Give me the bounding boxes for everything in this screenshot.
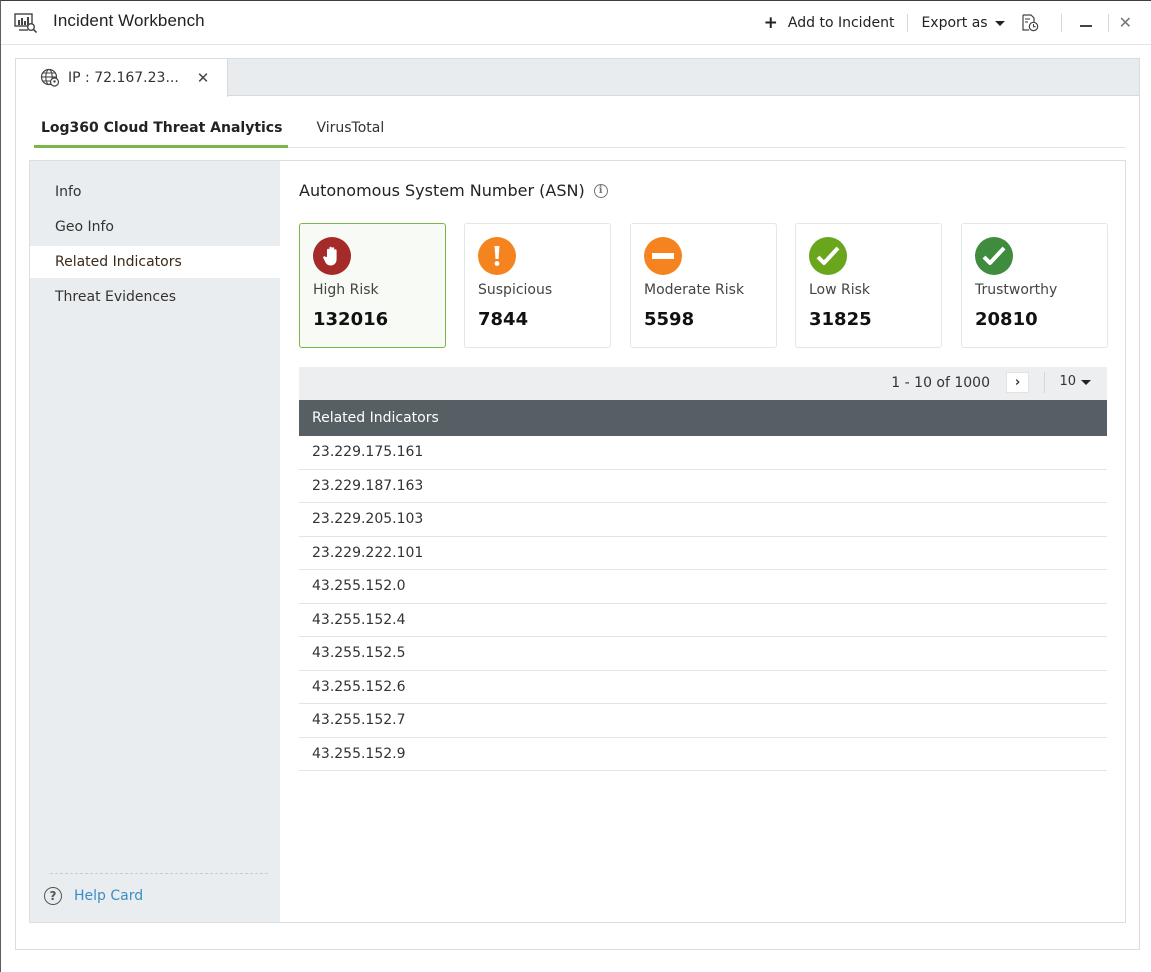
title-bar: Incident Workbench + Add to Incident Exp… [1,1,1151,45]
sidebar-item-info[interactable]: Info [30,176,280,208]
table-header: Related Indicators [299,400,1107,436]
close-tab-icon[interactable]: ✕ [197,69,210,87]
plus-icon: + [763,12,778,33]
table-row[interactable]: 43.255.152.5 [299,637,1107,671]
content-panel: Info Geo Info Related Indicators Threat … [29,160,1126,923]
help-card-link[interactable]: ? Help Card [44,887,143,905]
pagination-bar: 1 - 10 of 1000 › 10 [299,367,1107,400]
tab-virustotal[interactable]: VirusTotal [308,117,392,148]
asn-title: Autonomous System Number (ASN) [299,181,585,200]
card-label: High Risk [313,282,379,298]
card-value: 31825 [809,309,872,330]
risk-card-trustworthy[interactable]: Trustworthy 20810 [961,223,1108,348]
schedule-report-icon[interactable] [1021,14,1039,32]
divider [1107,14,1109,32]
window-title: Incident Workbench [53,11,205,30]
info-icon[interactable]: i [593,183,608,198]
check-icon [809,237,847,275]
sidebar: Info Geo Info Related Indicators Threat … [30,161,280,922]
section-title: Autonomous System Number (ASN) i [299,181,608,200]
sidebar-item-geo-info[interactable]: Geo Info [30,211,280,243]
workbench-frame: IP : 72.167.23... ✕ Log360 Cloud Threat … [15,58,1140,950]
add-to-incident-button[interactable]: + Add to Incident [763,12,895,33]
main-area: Autonomous System Number (ASN) i High Ri… [280,161,1125,922]
card-value: 20810 [975,309,1038,330]
sidebar-item-threat-evidences[interactable]: Threat Evidences [30,281,280,313]
table-row[interactable]: 23.229.175.161 [299,436,1107,470]
risk-card-suspicious[interactable]: Suspicious 7844 [464,223,611,348]
table-row[interactable]: 23.229.222.101 [299,537,1107,570]
close-window-button[interactable]: ✕ [1119,15,1132,31]
risk-card-low-risk[interactable]: Low Risk 31825 [795,223,942,348]
incident-workbench-window: Incident Workbench + Add to Incident Exp… [0,0,1151,972]
table-row[interactable]: 43.255.152.4 [299,604,1107,637]
export-as-label: Export as [921,15,988,31]
table-body: 23.229.175.161 23.229.187.163 23.229.205.1… [299,436,1107,771]
card-value: 7844 [478,309,529,330]
related-indicators-table: Related Indicators 23.229.175.161 23.229.… [299,400,1107,771]
table-row[interactable]: 43.255.152.9 [299,738,1107,771]
minus-icon [644,237,682,275]
ip-document-tab[interactable]: IP : 72.167.23... ✕ [16,59,228,97]
stop-hand-icon [313,237,351,275]
minimize-icon [1079,25,1092,27]
check-icon [975,237,1013,275]
source-tabs: Log360 Cloud Threat Analytics VirusTotal [34,117,1126,148]
workbench-monitor-icon [14,13,38,33]
exclamation-icon [478,237,516,275]
card-value: 5598 [644,309,695,330]
help-card-label: Help Card [74,888,144,904]
risk-card-high-risk[interactable]: High Risk 132016 [299,223,446,348]
title-actions: + Add to Incident Export as ✕ [764,1,1151,45]
card-label: Low Risk [809,282,871,298]
divider [1044,372,1045,393]
table-row[interactable]: 43.255.152.7 [299,704,1107,738]
globe-location-icon [40,68,60,87]
sidebar-item-related-indicators[interactable]: Related Indicators [30,246,280,278]
table-row[interactable]: 23.229.205.103 [299,503,1107,537]
card-label: Suspicious [478,282,553,298]
help-question-icon: ? [44,887,62,905]
table-row[interactable]: 23.229.187.163 [299,470,1107,503]
pagination-range: 1 - 10 of 1000 [891,375,990,391]
next-page-button[interactable]: › [1006,372,1029,393]
ip-tab-label: IP : 72.167.23... [68,70,179,86]
caret-down-icon [994,21,1005,26]
card-label: Moderate Risk [644,282,745,298]
tab-log360-cloud-threat-analytics[interactable]: Log360 Cloud Threat Analytics [34,117,289,148]
page-size-dropdown[interactable]: 10 [1059,374,1091,389]
card-label: Trustworthy [975,282,1058,298]
export-as-dropdown[interactable]: Export as [921,15,1005,31]
table-row[interactable]: 43.255.152.0 [299,570,1107,604]
card-value: 132016 [313,309,389,330]
divider [50,873,268,874]
divider [1060,14,1062,32]
risk-cards: High Risk 132016 Suspicious 7844 Moderat… [299,223,1109,349]
table-row[interactable]: 43.255.152.6 [299,671,1107,704]
page-size-value: 10 [1059,374,1076,389]
minimize-button[interactable] [1079,19,1092,27]
risk-card-moderate-risk[interactable]: Moderate Risk 5598 [630,223,777,348]
add-to-incident-label: Add to Incident [787,15,895,31]
caret-down-icon [1081,379,1091,385]
divider [907,14,909,32]
